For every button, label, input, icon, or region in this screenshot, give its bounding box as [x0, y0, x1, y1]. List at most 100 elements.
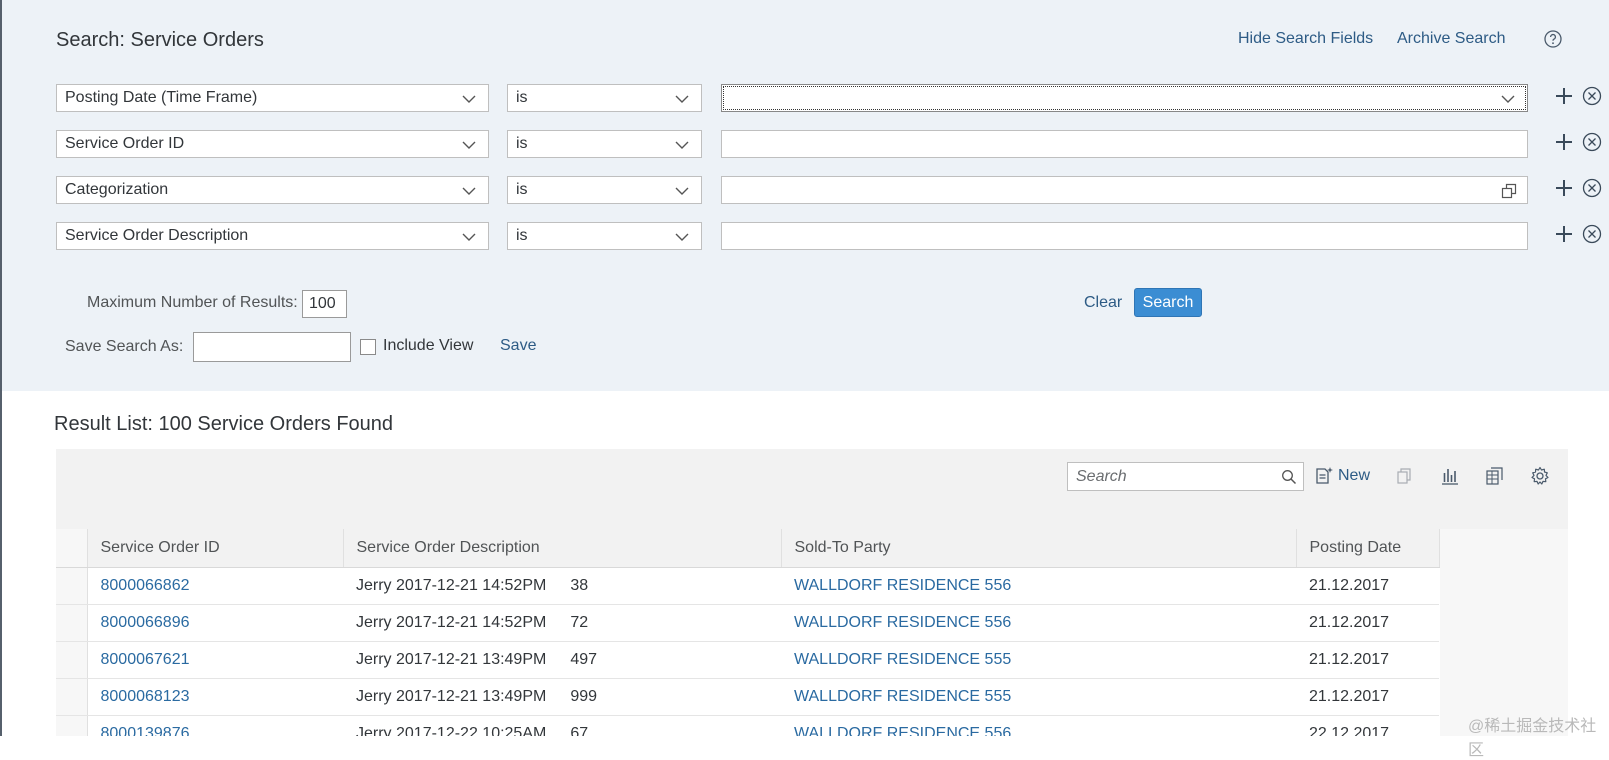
criterion-value-input[interactable]	[721, 222, 1528, 250]
description-text: Jerry 2017-12-22 10:25AM	[356, 724, 547, 737]
sold-to-party-link[interactable]: WALLDORF RESIDENCE 556	[781, 604, 1296, 642]
result-search-input[interactable]: Search	[1067, 462, 1304, 491]
new-document-icon[interactable]	[1314, 466, 1334, 486]
result-table-area: Service Order ID Service Order Descripti…	[56, 529, 1568, 736]
table-header-row: Service Order ID Service Order Descripti…	[56, 529, 1440, 568]
row-selector[interactable]	[56, 715, 88, 736]
description-text: Jerry 2017-12-21 13:49PM	[356, 687, 547, 705]
table-row[interactable]: 8000068123 Jerry 2017-12-21 13:49PM 999 W…	[56, 678, 1439, 716]
sold-to-party-link[interactable]: WALLDORF RESIDENCE 555	[781, 678, 1296, 716]
save-search-label: Save Search As:	[65, 338, 184, 355]
posting-date-cell: 21.12.2017	[1296, 678, 1439, 716]
description-number: 497	[570, 650, 598, 668]
criterion-operator-select[interactable]: is	[507, 222, 702, 250]
save-search-input[interactable]	[193, 332, 351, 362]
result-toolbar	[56, 449, 1568, 529]
export-spreadsheet-icon[interactable]	[1485, 466, 1505, 486]
row-selector[interactable]	[56, 604, 88, 642]
gear-icon[interactable]	[1530, 466, 1550, 486]
sold-to-party-link[interactable]: WALLDORF RESIDENCE 556	[781, 715, 1296, 736]
help-icon[interactable]	[1544, 30, 1562, 48]
result-list-title: Result List: 100 Service Orders Found	[54, 413, 394, 435]
column-header-service-order-id[interactable]: Service Order ID	[87, 529, 344, 568]
criterion-value-dropdown[interactable]	[721, 84, 1528, 112]
table-row[interactable]: 8000066862 Jerry 2017-12-21 14:52PM 38 WA…	[56, 567, 1439, 605]
criterion-operator-label: is	[516, 135, 528, 152]
copy-icon[interactable]	[1394, 466, 1414, 486]
description-text: Jerry 2017-12-21 13:49PM	[356, 650, 547, 668]
criterion-value-input[interactable]	[721, 130, 1528, 158]
chevron-down-icon	[462, 141, 476, 149]
max-results-label: Maximum Number of Results:	[87, 294, 298, 311]
value-help-icon[interactable]	[1501, 183, 1517, 199]
description-text: Jerry 2017-12-21 14:52PM	[356, 613, 547, 631]
criterion-operator-label: is	[516, 89, 528, 106]
description-text: Jerry 2017-12-21 14:52PM	[356, 576, 547, 594]
criterion-field-select[interactable]: Service Order Description	[56, 222, 489, 250]
criterion-field-label: Posting Date (Time Frame)	[65, 89, 258, 106]
remove-criterion-icon[interactable]	[1582, 132, 1602, 152]
chevron-down-icon	[675, 187, 689, 195]
save-search-link[interactable]: Save	[500, 337, 536, 355]
description-cell: Jerry 2017-12-21 13:49PM 999	[343, 678, 781, 716]
clear-link[interactable]: Clear	[1084, 294, 1122, 312]
remove-criterion-icon[interactable]	[1582, 86, 1602, 106]
chevron-down-icon	[462, 233, 476, 241]
chevron-down-icon	[675, 141, 689, 149]
criterion-row: Posting Date (Time Frame) is	[2, 84, 1609, 114]
search-button[interactable]: Search	[1134, 288, 1202, 317]
max-results-input[interactable]: 100	[302, 290, 347, 318]
search-title: Search: Service Orders	[56, 29, 264, 51]
new-button[interactable]: New	[1338, 467, 1370, 485]
column-header-sold-to-party[interactable]: Sold-To Party	[781, 529, 1297, 568]
row-selector[interactable]	[56, 567, 88, 605]
description-cell: Jerry 2017-12-21 14:52PM 72	[343, 604, 781, 642]
archive-search-link[interactable]: Archive Search	[1397, 30, 1506, 48]
criterion-operator-select[interactable]: is	[507, 130, 702, 158]
criterion-operator-label: is	[516, 181, 528, 198]
criterion-field-label: Categorization	[65, 181, 169, 198]
result-search-placeholder: Search	[1076, 468, 1127, 485]
service-order-id-link[interactable]: 8000066862	[87, 567, 343, 605]
add-criterion-icon[interactable]	[1554, 132, 1574, 152]
service-order-id-link[interactable]: 8000067621	[87, 641, 343, 679]
criterion-row: Service Order ID is	[2, 130, 1609, 160]
service-order-id-link[interactable]: 8000068123	[87, 678, 343, 716]
chevron-down-icon	[675, 95, 689, 103]
select-all-cell[interactable]	[56, 529, 88, 568]
posting-date-cell: 22.12.2017	[1296, 715, 1439, 736]
include-view-checkbox[interactable]	[360, 339, 376, 355]
remove-criterion-icon[interactable]	[1582, 224, 1602, 244]
row-selector[interactable]	[56, 641, 88, 679]
column-header-description[interactable]: Service Order Description	[343, 529, 782, 568]
add-criterion-icon[interactable]	[1554, 86, 1574, 106]
table-row[interactable]: 8000067621 Jerry 2017-12-21 13:49PM 497 W…	[56, 641, 1439, 679]
sold-to-party-link[interactable]: WALLDORF RESIDENCE 556	[781, 567, 1296, 605]
table-row[interactable]: 8000066896 Jerry 2017-12-21 14:52PM 72 WA…	[56, 604, 1439, 642]
add-criterion-icon[interactable]	[1554, 178, 1574, 198]
posting-date-cell: 21.12.2017	[1296, 641, 1439, 679]
service-order-id-link[interactable]: 8000139876	[87, 715, 343, 736]
row-selector[interactable]	[56, 678, 88, 716]
posting-date-cell: 21.12.2017	[1296, 567, 1439, 605]
criterion-operator-select[interactable]: is	[507, 84, 702, 112]
search-icon[interactable]	[1281, 469, 1297, 485]
criterion-field-select[interactable]: Categorization	[56, 176, 489, 204]
add-criterion-icon[interactable]	[1554, 224, 1574, 244]
description-cell: Jerry 2017-12-21 14:52PM 38	[343, 567, 781, 605]
remove-criterion-icon[interactable]	[1582, 178, 1602, 198]
bar-chart-icon[interactable]	[1440, 466, 1460, 486]
search-panel: Search: Service Orders Hide Search Field…	[2, 0, 1609, 391]
hide-search-fields-link[interactable]: Hide Search Fields	[1238, 30, 1373, 48]
description-number: 38	[570, 576, 589, 594]
column-header-posting-date[interactable]: Posting Date	[1296, 529, 1440, 568]
criterion-value-help-input[interactable]	[721, 176, 1528, 204]
criterion-operator-select[interactable]: is	[507, 176, 702, 204]
table-row[interactable]: 8000139876 Jerry 2017-12-22 10:25AM 67 WA…	[56, 715, 1439, 736]
criterion-row: Service Order Description is	[2, 222, 1609, 252]
sold-to-party-link[interactable]: WALLDORF RESIDENCE 555	[781, 641, 1296, 679]
include-view-label: Include View	[383, 337, 474, 354]
criterion-field-select[interactable]: Posting Date (Time Frame)	[56, 84, 489, 112]
service-order-id-link[interactable]: 8000066896	[87, 604, 343, 642]
criterion-field-select[interactable]: Service Order ID	[56, 130, 489, 158]
